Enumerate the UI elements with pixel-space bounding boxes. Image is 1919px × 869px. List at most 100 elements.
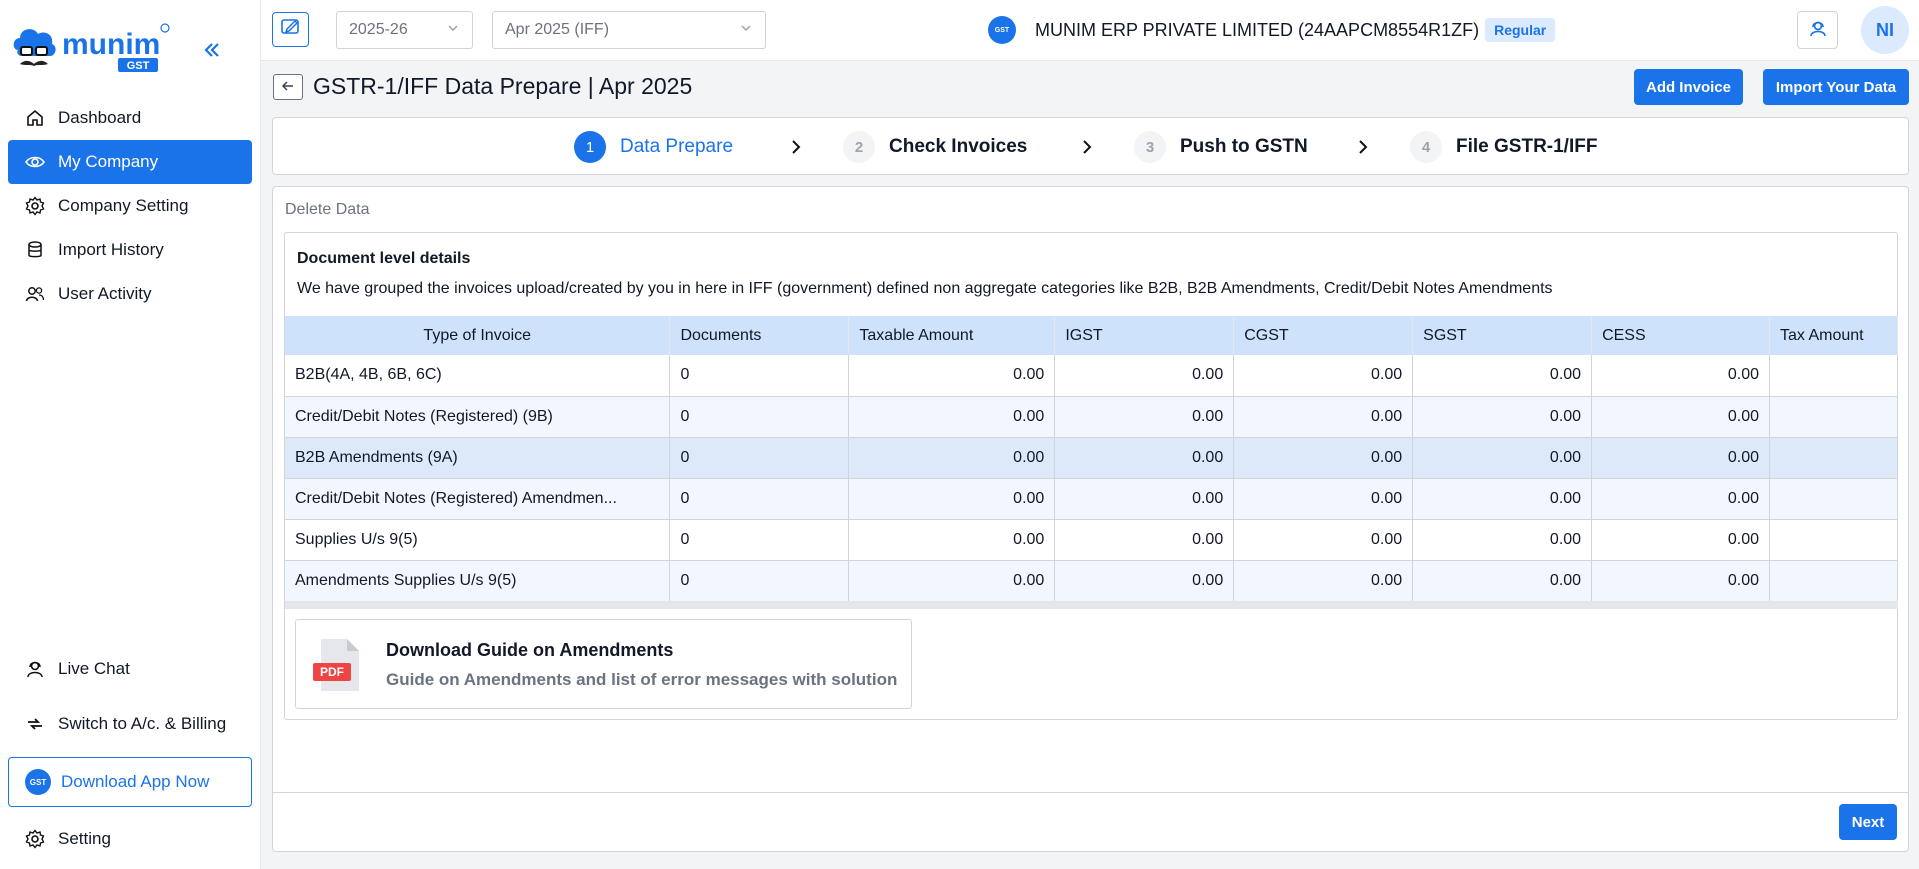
step-label: Check Invoices xyxy=(889,136,1028,157)
top-bar: 2025-26 Apr 2025 (IFF) GST MUNIM ERP PRI… xyxy=(261,0,1919,61)
table-cell: Supplies U/s 9(5) xyxy=(285,519,671,561)
download-guide-card[interactable]: PDF Download Guide on Amendments Guide o… xyxy=(295,619,912,709)
switch-billing-button[interactable]: Switch to A/c. & Billing xyxy=(8,702,252,746)
chevron-down-icon xyxy=(446,21,460,40)
sidebar-bottom-nav: Live Chat Switch to A/c. & Billing GST D… xyxy=(8,647,252,869)
sidebar-item-user-activity[interactable]: User Activity xyxy=(8,272,252,316)
sidebar-item-my-company[interactable]: My Company xyxy=(8,140,252,184)
step-check-invoices[interactable]: 2 Check Invoices xyxy=(843,131,1027,163)
support-button[interactable] xyxy=(1797,11,1838,49)
quick-action-button[interactable] xyxy=(272,12,309,47)
step-file-gstr1[interactable]: 4 File GSTR-1/IFF xyxy=(1410,131,1597,163)
import-data-button[interactable]: Import Your Data xyxy=(1763,69,1909,105)
live-chat-label: Live Chat xyxy=(58,659,130,678)
table-cell xyxy=(1769,355,1899,397)
table-cell: B2B Amendments (9A) xyxy=(285,437,671,479)
sidebar-item-company-setting[interactable]: Company Setting xyxy=(8,184,252,228)
sidebar-item-label: User Activity xyxy=(58,284,152,303)
document-details-panel: Document level details We have grouped t… xyxy=(284,232,1899,720)
step-data-prepare[interactable]: 1 Data Prepare xyxy=(574,131,733,163)
table-cell: 0.00 xyxy=(1591,519,1770,561)
table-cell: 0.00 xyxy=(848,437,1056,479)
live-chat-button[interactable]: Live Chat xyxy=(8,647,252,691)
invoice-summary-table: Type of Invoice Documents Taxable Amount… xyxy=(285,316,1899,602)
chevron-right-icon xyxy=(787,138,805,156)
sidebar: munim GST Dashboard My Company Company S… xyxy=(0,0,261,869)
setting-button[interactable]: Setting xyxy=(8,817,252,861)
add-invoice-button[interactable]: Add Invoice xyxy=(1634,69,1743,105)
munim-logo[interactable]: munim GST xyxy=(12,20,172,76)
support-agent-icon xyxy=(24,658,46,680)
table-row[interactable]: Credit/Debit Notes (Registered) Amendmen… xyxy=(285,478,1899,520)
download-app-button[interactable]: GST Download App Now xyxy=(8,757,252,807)
table-row[interactable]: Supplies U/s 9(5) 0 0.00 0.00 0.00 0.00 … xyxy=(285,519,1899,561)
guide-subtitle: Guide on Amendments and list of error me… xyxy=(386,670,898,689)
table-row[interactable]: B2B Amendments (9A) 0 0.00 0.00 0.00 0.0… xyxy=(285,437,1899,479)
table-row[interactable]: Amendments Supplies U/s 9(5) 0 0.00 0.00… xyxy=(285,560,1899,602)
step-number: 4 xyxy=(1410,131,1442,163)
column-header: CESS xyxy=(1591,316,1770,355)
document-details-title: Document level details xyxy=(297,250,471,267)
table-row[interactable]: Credit/Debit Notes (Registered) (9B) 0 0… xyxy=(285,396,1899,438)
chevron-right-icon xyxy=(1354,138,1372,156)
gear-icon xyxy=(24,828,46,850)
step-push-to-gstn[interactable]: 3 Push to GSTN xyxy=(1134,131,1308,163)
table-cell: 0.00 xyxy=(1233,355,1414,397)
table-cell: Credit/Debit Notes (Registered) (9B) xyxy=(285,396,671,438)
table-cell: 0.00 xyxy=(1412,396,1593,438)
step-number: 3 xyxy=(1134,131,1166,163)
table-cell: 0 xyxy=(669,560,850,602)
user-avatar[interactable]: NI xyxy=(1861,6,1909,54)
table-header-row: Type of Invoice Documents Taxable Amount… xyxy=(285,316,1899,355)
company-type-badge: Regular xyxy=(1485,18,1556,42)
page-title: GSTR-1/IFF Data Prepare | Apr 2025 xyxy=(313,73,693,99)
table-cell: 0.00 xyxy=(848,478,1056,520)
return-period-value: Apr 2025 (IFF) xyxy=(505,21,610,38)
table-cell: 0.00 xyxy=(1412,519,1593,561)
arrow-left-icon xyxy=(281,79,295,95)
card-footer-divider xyxy=(273,792,1908,793)
collapse-sidebar-icon[interactable] xyxy=(198,36,226,64)
table-cell: 0.00 xyxy=(1591,355,1770,397)
table-cell: 0.00 xyxy=(1054,396,1235,438)
table-cell xyxy=(1769,437,1899,479)
users-icon xyxy=(24,283,46,305)
table-cell: 0.00 xyxy=(1591,437,1770,479)
chevron-right-icon xyxy=(1078,138,1096,156)
table-cell: 0.00 xyxy=(848,396,1056,438)
edit-document-icon xyxy=(280,17,302,42)
table-cell: 0.00 xyxy=(1591,560,1770,602)
step-number: 2 xyxy=(843,131,875,163)
download-app-label: Download App Now xyxy=(61,772,210,791)
setting-label: Setting xyxy=(58,829,111,848)
next-button[interactable]: Next xyxy=(1839,804,1897,840)
return-period-select[interactable]: Apr 2025 (IFF) xyxy=(492,11,766,49)
table-scroll-track[interactable] xyxy=(285,601,1898,609)
table-cell: 0.00 xyxy=(848,560,1056,602)
table-cell: 0.00 xyxy=(1412,478,1593,520)
table-cell: 0.00 xyxy=(1054,437,1235,479)
back-button[interactable] xyxy=(273,74,303,100)
sidebar-item-dashboard[interactable]: Dashboard xyxy=(8,96,252,140)
sidebar-item-label: Import History xyxy=(58,240,164,259)
eye-icon xyxy=(24,151,46,173)
gst-app-icon: GST xyxy=(25,769,51,795)
sidebar-item-label: My Company xyxy=(58,152,159,171)
company-info[interactable]: GST MUNIM ERP PRIVATE LIMITED (24AAPCM85… xyxy=(988,14,1556,46)
support-agent-icon xyxy=(1808,18,1828,43)
logo-text: munim xyxy=(62,28,160,61)
delete-data-link[interactable]: Delete Data xyxy=(285,201,370,219)
chevron-down-icon xyxy=(739,21,753,40)
table-row[interactable]: B2B(4A, 4B, 6B, 6C) 0 0.00 0.00 0.00 0.0… xyxy=(285,355,1899,397)
table-cell: 0 xyxy=(669,396,850,438)
sidebar-item-import-history[interactable]: Import History xyxy=(8,228,252,272)
table-cell: 0.00 xyxy=(1054,355,1235,397)
sidebar-nav: Dashboard My Company Company Setting Imp… xyxy=(8,96,252,316)
column-header: CGST xyxy=(1233,316,1414,355)
table-cell: 0.00 xyxy=(1054,519,1235,561)
financial-year-select[interactable]: 2025-26 xyxy=(336,11,473,49)
table-cell: Amendments Supplies U/s 9(5) xyxy=(285,560,671,602)
switch-billing-label: Switch to A/c. & Billing xyxy=(58,714,227,733)
gear-icon xyxy=(24,195,46,217)
table-cell: 0.00 xyxy=(848,355,1056,397)
